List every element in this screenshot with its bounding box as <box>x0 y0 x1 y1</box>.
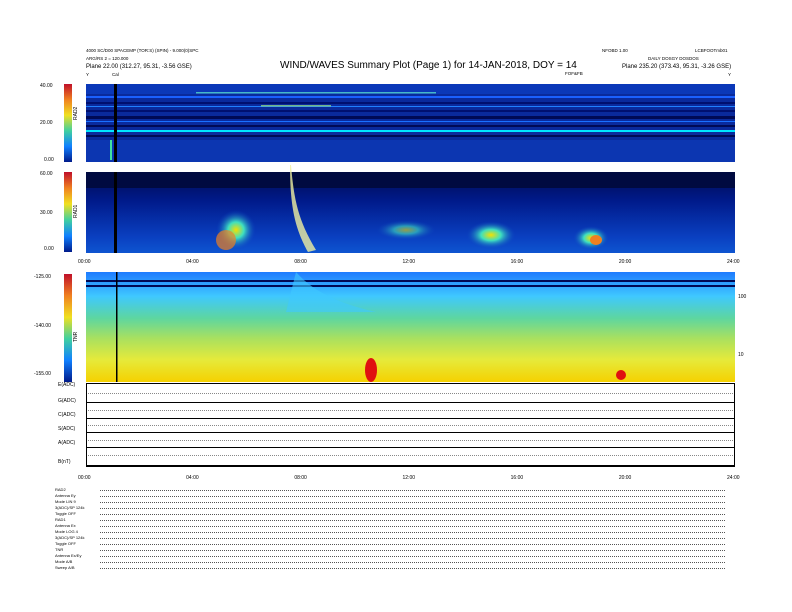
hk-xtick-1: 04:00 <box>186 475 199 481</box>
tnr-right-tick-10: 10 <box>738 352 744 358</box>
hk-series-label-1: E(ADC) <box>58 382 76 388</box>
rad2-ytick-mid: 20.00 <box>40 120 53 126</box>
footer-dot-row <box>100 514 725 515</box>
rad1-panel <box>86 165 735 253</box>
rad1-xtick-5: 20:00 <box>618 259 632 265</box>
header-right-line3: Plane 235.20 (373.43, 95.31, -3.26 GSE) <box>622 64 732 70</box>
rad2-ytick-top: 40.00 <box>40 83 53 89</box>
hk-xtick-5: 20:00 <box>618 475 632 481</box>
hk-series-label-4: S(ADC) <box>58 426 76 432</box>
marker-cal: Cal <box>112 72 119 77</box>
marker-y-right: Y <box>728 72 732 77</box>
rad1-ytick-low: 0.00 <box>44 246 54 252</box>
plot-title: WIND/WAVES Summary Plot (Page 1) for 14-… <box>280 60 577 71</box>
rad2-ylabel: RAD2 <box>73 106 79 120</box>
footer-tnr-0: TNR <box>55 547 64 552</box>
footer-dot-row <box>100 538 725 539</box>
footer-dot-row <box>100 556 725 557</box>
footer-rad2-1: Antenna Ey <box>55 493 76 498</box>
footer-rad1-4: Toggle OFF <box>55 541 76 546</box>
hk-series-label-3: C(ADC) <box>58 412 76 418</box>
tnr-colorbar <box>64 274 72 382</box>
footer-tnr-1: Antenna Ex/Ey <box>55 553 82 558</box>
footer-rad1-1: Antenna Ex <box>55 523 76 528</box>
marker-fx: FOF&FB <box>565 71 583 76</box>
tnr-ylabel: TNR <box>73 331 79 342</box>
rad1-ytick-top: 60.00 <box>40 171 53 177</box>
footer-tnr-2: Mode A/B <box>55 559 73 564</box>
rad2-ytick-low: 0.00 <box>44 157 54 163</box>
hk-xtick-6: 24:00 <box>727 475 740 481</box>
footer-rad2-4: Toggle OFF <box>55 511 76 516</box>
rad2-panel <box>86 84 735 162</box>
footer-rad2-0: RAD2 <box>55 487 66 492</box>
footer-rad1-3: 3(ADC)/SP 124k <box>55 535 85 540</box>
tnr-panel <box>86 272 735 382</box>
tnr-ytick-low: -155.00 <box>34 371 51 377</box>
footer-dot-row <box>100 568 725 569</box>
footer-dot-row <box>100 544 725 545</box>
rad1-xtick-1: 04:00 <box>186 259 199 265</box>
hk-series-label-5: A(ADC) <box>58 440 76 446</box>
rad1-colorbar <box>64 172 72 252</box>
hk-xtick-3: 12:00 <box>402 475 416 481</box>
footer-rad2-3: 3(ADC)/SP 124k <box>55 505 85 510</box>
rad1-xtick-3: 12:00 <box>402 259 416 265</box>
footer-dot-row <box>100 508 725 509</box>
header-left-line3: Plane 22.00 (312.27, 95.31, -3.56 GSE) <box>86 64 192 70</box>
header-left-line1: 4000 SC/D00 SPACEMP (TOR:S) (SPIN) - 9.0… <box>86 48 199 53</box>
header-right-top-a: NFOBD 1.00 <box>602 48 628 53</box>
header-right-top-b: LCBFOOTmb01 <box>695 48 728 53</box>
rad1-xtick-4: 16:00 <box>510 259 524 265</box>
rad2-colorbar <box>64 84 72 162</box>
tnr-ytick-top: -125.00 <box>34 274 51 280</box>
hk-series-label-6: B(nT) <box>58 459 71 465</box>
footer-rad2-2: Mode LIN 9 <box>55 499 76 504</box>
footer-dot-row <box>100 502 725 503</box>
footer-dot-row <box>100 490 725 491</box>
rad1-ylabel: RAD1 <box>73 204 79 218</box>
tnr-right-tick-100: 100 <box>738 294 747 300</box>
hk-xtick-0: 00:00 <box>78 475 91 481</box>
footer-rad1-2: Mode LOG 4 <box>55 529 78 534</box>
footer-dot-row <box>100 562 725 563</box>
footer-tnr-3: Sweep A/B <box>55 565 75 570</box>
footer-dot-row <box>100 520 725 521</box>
hk-xtick-2: 08:00 <box>294 475 307 481</box>
footer-rad1-0: RAD1 <box>55 517 66 522</box>
tnr-ytick-mid: -140.00 <box>34 323 51 329</box>
rad1-xtick-0: 00:00 <box>78 259 91 265</box>
marker-y-left: Y <box>86 72 90 77</box>
rad1-xtick-2: 08:00 <box>294 259 307 265</box>
spectrogram-panels <box>86 84 735 382</box>
header-right-line2: DAILY DOSGY DOSDOS <box>648 56 699 61</box>
footer-dot-row <box>100 526 725 527</box>
header-left-line2: ARG/RS 2 = 120.000 <box>86 56 129 61</box>
rad1-ytick-mid: 30.00 <box>40 210 53 216</box>
hk-series-label-2: G(ADC) <box>58 398 76 404</box>
footer-dot-row <box>100 532 725 533</box>
footer-dot-row <box>100 550 725 551</box>
rad1-xtick-6: 24:00 <box>727 259 740 265</box>
footer-dot-row <box>100 496 725 497</box>
hk-xtick-4: 16:00 <box>510 475 524 481</box>
